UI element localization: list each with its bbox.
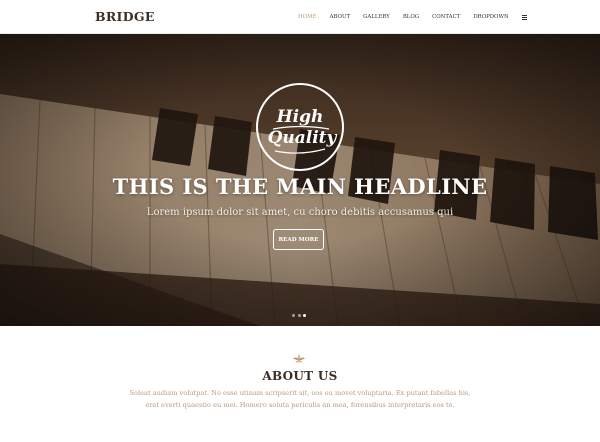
nav-home[interactable]: HOME xyxy=(298,14,317,20)
nav-about[interactable]: ABOUT xyxy=(330,14,351,20)
about-title: ABOUT US xyxy=(262,369,338,383)
main-headline: THIS IS THE MAIN HEADLINE xyxy=(112,174,488,199)
nav-blog[interactable]: BLOG xyxy=(403,14,419,20)
nav-gallery[interactable]: GALLERY xyxy=(363,14,390,20)
read-more-button[interactable]: READ MORE xyxy=(273,229,324,250)
slider-dot-2[interactable] xyxy=(297,314,301,317)
badge-text-quality: Quality xyxy=(268,128,338,148)
badge-text-high: High xyxy=(276,107,324,127)
about-text-line-2: erat everti quaestio eu mei. Homero solu… xyxy=(145,400,455,409)
fleur-ornament-icon xyxy=(293,354,305,363)
about-section: ABOUT US Soleat audiam volutpat. No esse… xyxy=(0,326,600,442)
about-text-line-1: Soleat audiam volutpat. No esse utinam s… xyxy=(129,389,471,397)
about-paragraph: Soleat audiam volutpat. No esse utinam s… xyxy=(120,388,480,411)
hero-subheadline: Lorem ipsum dolor sit amet, cu choro deb… xyxy=(146,207,454,218)
high-quality-badge: High Quality xyxy=(256,83,344,171)
hero-slider: High Quality THIS IS THE MAIN HEADLINE L… xyxy=(0,34,600,326)
site-logo[interactable]: BRIDGE xyxy=(95,9,155,24)
nav-contact[interactable]: CONTACT xyxy=(432,14,460,20)
slider-dot-1[interactable] xyxy=(292,314,295,317)
page: BRIDGE HOME ABOUT GALLERY BLOG CONTACT D… xyxy=(0,0,600,442)
nav-dropdown[interactable]: DROPDOWN xyxy=(473,14,508,20)
site-header: BRIDGE HOME ABOUT GALLERY BLOG CONTACT D… xyxy=(0,0,600,34)
main-nav: HOME ABOUT GALLERY BLOG CONTACT DROPDOWN xyxy=(298,12,527,22)
slider-dot-3[interactable] xyxy=(303,314,306,317)
slider-pagination xyxy=(292,314,309,317)
hamburger-menu-icon[interactable] xyxy=(521,14,527,20)
